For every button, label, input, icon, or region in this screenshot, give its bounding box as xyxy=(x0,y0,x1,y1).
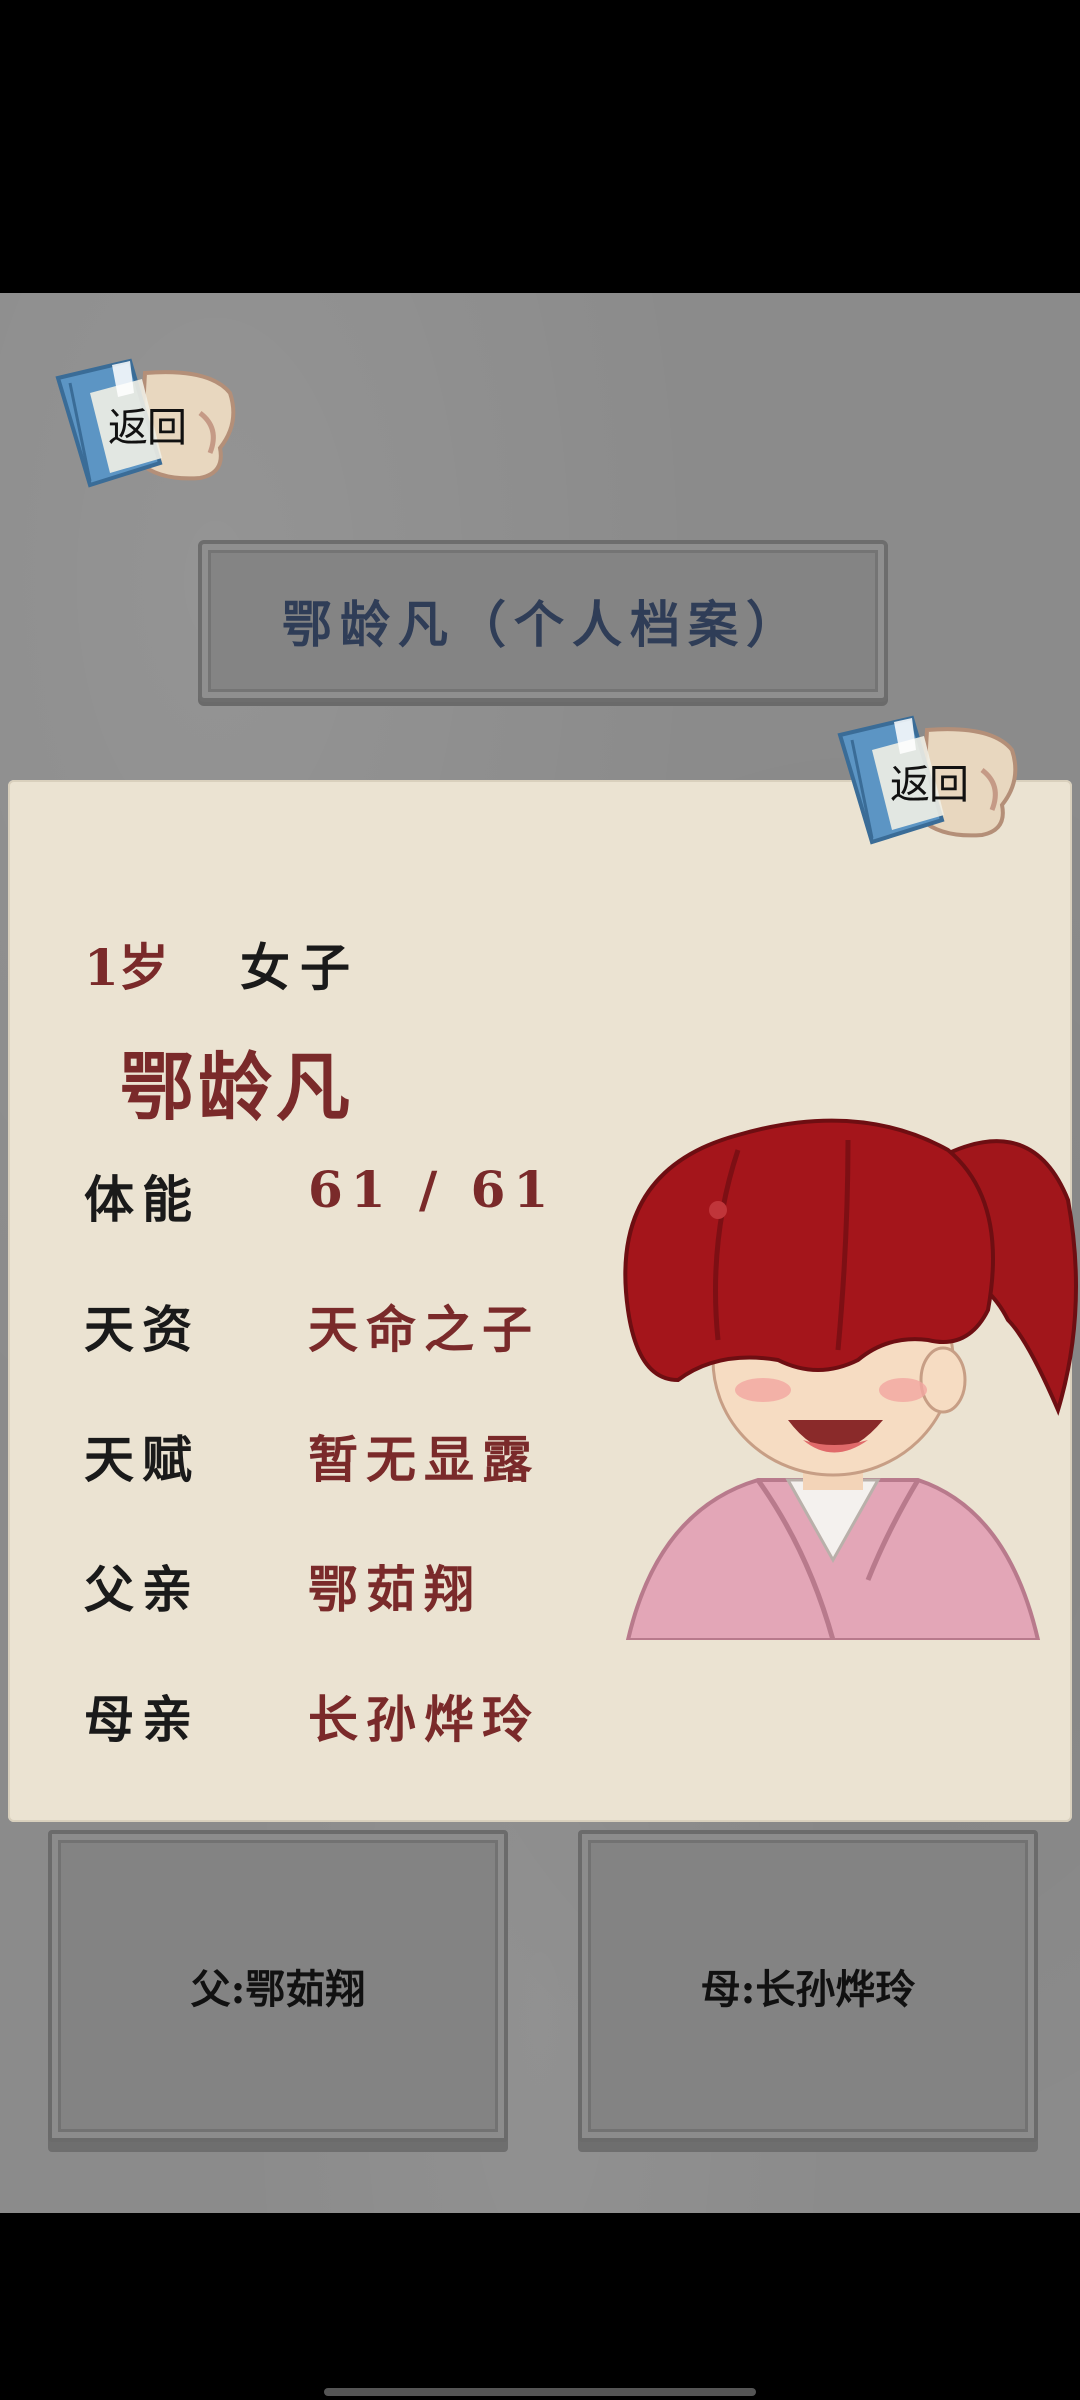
card-back-button[interactable]: 返回 xyxy=(832,710,1022,850)
back-button-label: 返回 xyxy=(108,405,187,451)
father-button-label: 父:鄂茹翔 xyxy=(190,1966,366,2013)
mother-button-label: 母:长孙烨玲 xyxy=(700,1966,916,2013)
back-button[interactable]: 返回 xyxy=(50,353,240,493)
stat-value-father: 鄂茹翔 xyxy=(308,1560,482,1619)
stat-value-stamina: 61 / 61 xyxy=(308,1160,557,1219)
stat-label-talent: 天赋 xyxy=(84,1430,200,1489)
gender-text: 女子 xyxy=(240,938,360,997)
stat-label-father: 父亲 xyxy=(84,1560,200,1619)
profile-title-banner: 鄂龄凡（个人档案） xyxy=(198,540,888,702)
father-button[interactable]: 父:鄂茹翔 xyxy=(48,1830,508,2142)
page-title: 鄂龄凡（个人档案） xyxy=(282,595,804,654)
stat-value-aptitude: 天命之子 xyxy=(308,1300,540,1359)
card-back-button-label: 返回 xyxy=(890,762,969,808)
age-text: 1岁 xyxy=(84,938,169,997)
profile-card: 1岁 女子 鄂龄凡 体能 61 / 61 天资 天命之子 天赋 暂无显露 父亲 … xyxy=(8,715,1078,1822)
character-portrait-icon xyxy=(623,1118,1078,1640)
screen: 返回 鄂龄凡（个人档案） 1岁 女子 鄂龄凡 体能 61 / 61 天资 天命之… xyxy=(0,0,1080,2400)
stat-value-talent: 暂无显露 xyxy=(308,1430,540,1489)
stat-label-stamina: 体能 xyxy=(84,1170,200,1229)
mother-button[interactable]: 母:长孙烨玲 xyxy=(578,1830,1038,2142)
stat-value-mother: 长孙烨玲 xyxy=(308,1690,540,1749)
stat-label-mother: 母亲 xyxy=(84,1690,200,1749)
character-name: 鄂龄凡 xyxy=(120,1045,354,1131)
home-indicator[interactable] xyxy=(324,2388,756,2396)
stat-label-aptitude: 天资 xyxy=(84,1300,200,1359)
